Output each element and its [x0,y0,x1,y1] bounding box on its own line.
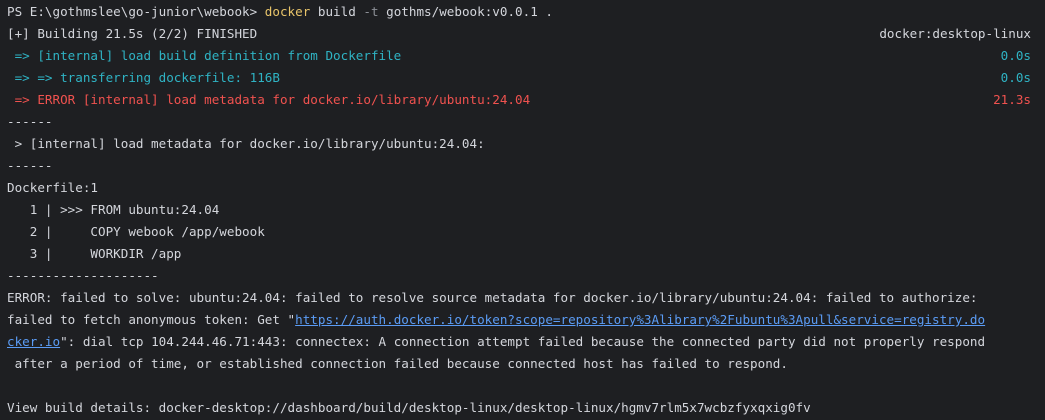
auth-token-link[interactable]: https://auth.docker.io/token?scope=repos… [295,312,985,327]
build-step-text: => => transferring dockerfile: 116B [7,70,280,85]
build-status-line: [+] Building 21.5s (2/2) FINISHED docker:… [7,23,1045,45]
build-step-text: => ERROR [internal] load metadata for do… [7,92,531,107]
dockerfile-reference: Dockerfile:1 [7,180,98,195]
error-line-3: cker.io": dial tcp 104.244.46.71:443: co… [7,331,1045,353]
build-status-text: [+] Building 21.5s (2/2) FINISHED [7,26,258,41]
terminal-output[interactable]: PS E:\gothmslee\go-junior\webook> docker… [0,0,1045,420]
dockerfile-line-2: 2 | COPY webook /app/webook [7,224,265,239]
command-line: PS E:\gothmslee\go-junior\webook> docker… [7,1,1045,23]
prompt-path: PS E:\gothmslee\go-junior\webook> [7,4,265,19]
command-subcommand: build [310,4,364,19]
error-line-4: after a period of time, or established c… [7,356,788,371]
command-name: docker [264,4,311,19]
error-line-2: failed to fetch anonymous token: Get "ht… [7,309,1045,331]
build-step-time: 21.3s [993,92,1031,107]
dockerfile-line-1: 1 | >>> FROM ubuntu:24.04 [7,202,220,217]
separator-short: ------ [7,158,53,173]
failed-step-line: > [internal] load metadata for docker.io… [7,136,485,151]
build-step-text: => [internal] load build definition from… [7,48,402,63]
build-step-time: 0.0s [1000,70,1031,85]
build-step-2: => => transferring dockerfile: 116B 0.0s [7,67,1045,89]
auth-token-link-continued[interactable]: cker.io [7,334,60,349]
build-step-1: => [internal] load build definition from… [7,45,1045,67]
error-line-3-text: ": dial tcp 104.244.46.71:443: connectex… [60,334,986,349]
error-line-2-text: failed to fetch anonymous token: Get " [7,312,296,327]
build-step-3-error: => ERROR [internal] load metadata for do… [7,89,1045,111]
view-build-details: View build details: docker-desktop://das… [7,400,811,415]
separator-long: -------------------- [7,268,159,283]
dockerfile-line-3: 3 | WORKDIR /app [7,246,182,261]
command-args: gothms/webook:v0.0.1 . [378,4,553,19]
error-line-1: ERROR: failed to solve: ubuntu:24.04: fa… [7,290,978,305]
build-context: docker:desktop-linux [879,26,1031,41]
build-step-time: 0.0s [1000,48,1031,63]
separator-short: ------ [7,114,53,129]
command-flag: -t [363,4,379,19]
